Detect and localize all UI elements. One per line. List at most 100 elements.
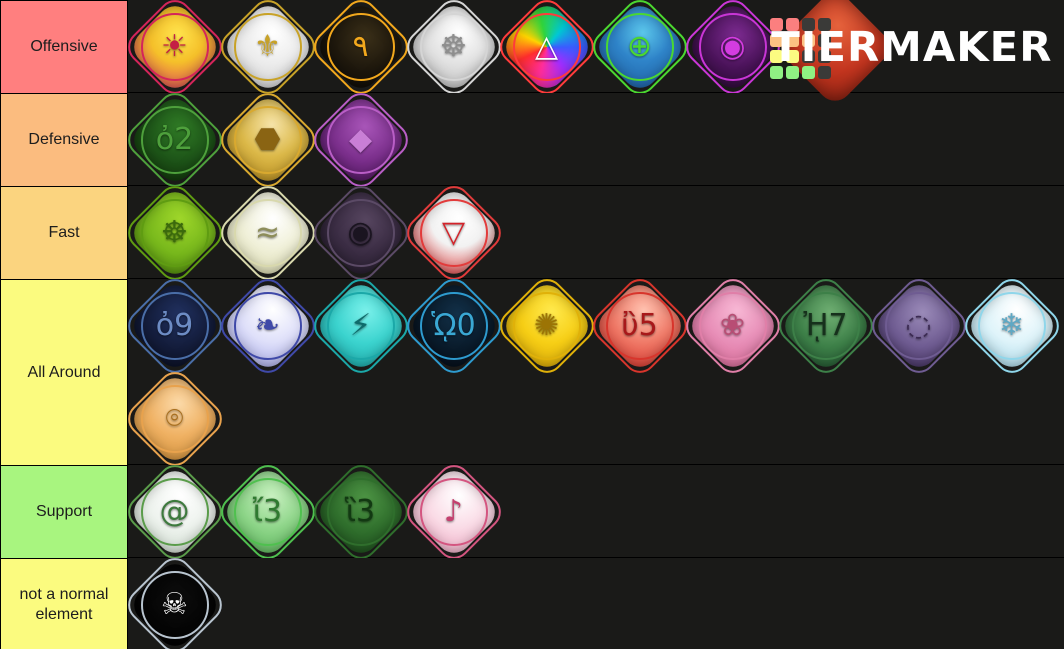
tier-item[interactable]: ▽ <box>399 178 508 287</box>
speed-arrow-element[interactable]: ▽ <box>399 178 508 287</box>
tier-item[interactable]: ὀ2 <box>120 85 229 194</box>
angel-spirit-element[interactable]: ⚜ <box>213 0 322 101</box>
gem-body <box>312 184 409 281</box>
tier-item[interactable]: ♪ <box>399 457 508 566</box>
tier-item[interactable]: ⊕ <box>585 0 694 101</box>
tier-item[interactable]: ὀ9 <box>120 271 229 380</box>
tier-item[interactable]: ὒ5 <box>585 271 694 380</box>
tier-item[interactable]: ≈ <box>213 178 322 287</box>
gem-body <box>870 277 967 374</box>
tier-item[interactable]: ◉ <box>306 178 415 287</box>
gem-body <box>219 463 316 560</box>
tier-item[interactable]: ☀ <box>120 0 229 101</box>
tier-label[interactable]: Fast <box>0 186 128 279</box>
tier-item[interactable]: ᾩ0 <box>399 271 508 380</box>
tier-item[interactable]: @ <box>120 457 229 566</box>
vortex-spiral-element[interactable]: ◌ <box>864 271 973 380</box>
void-eye-element[interactable]: ◉ <box>306 178 415 287</box>
gem-body <box>591 0 688 95</box>
tier-items[interactable]: ☠ <box>120 550 1064 649</box>
tier-label[interactable]: Support <box>0 465 128 558</box>
tier-item[interactable]: △ <box>492 0 601 101</box>
tier-label[interactable]: All Around <box>0 279 128 465</box>
sun-light-element[interactable]: ✺ <box>492 271 601 380</box>
ice-crystal-element[interactable]: ❄ <box>957 271 1064 380</box>
tier-label[interactable]: Defensive <box>0 93 128 186</box>
spirit-skull-element[interactable]: ☠ <box>120 550 229 649</box>
tier-item[interactable]: ❀ <box>678 271 787 380</box>
gem-body <box>126 277 223 374</box>
tier-items[interactable]: ☀ ⚜ ٩ ☸ △ ⊕ ◉ <box>120 0 1064 101</box>
tree-forest-element[interactable]: ἳ3 <box>306 457 415 566</box>
life-spiral-element[interactable]: @ <box>120 457 229 566</box>
tier-list-board: TiERMAKER Offensive ☀ ⚜ ٩ ☸ △ ⊕ ◉ Defensive ὀ2 ⬣ ◆ F… <box>0 0 1064 649</box>
tier-items[interactable]: ὀ9 ❧ ⚡ ᾩ0 ✺ ὒ5 ❀ ᾘ7 ◌ ❄ ⌾ <box>120 271 1064 473</box>
tier-item[interactable]: ❄ <box>957 271 1064 380</box>
sound-music-element[interactable]: ♪ <box>399 457 508 566</box>
tier-row: not a normal element ☠ <box>0 550 1064 649</box>
leaf-nature-element[interactable]: ἴ3 <box>213 457 322 566</box>
tier-rows-container: Offensive ☀ ⚜ ٩ ☸ △ ⊕ ◉ Defensive ὀ2 ⬣ ◆ Fast ☸ ≈ ◉ ▽ All… <box>0 0 1064 649</box>
tier-item[interactable]: ⌾ <box>120 364 229 473</box>
gem-body <box>498 277 595 374</box>
gem-body <box>777 277 874 374</box>
tier-item[interactable]: ✺ <box>492 271 601 380</box>
tier-items[interactable]: ὀ2 ⬣ ◆ <box>120 85 1064 194</box>
dark-ember-element[interactable]: ٩ <box>306 0 415 101</box>
sand-desert-element[interactable]: ⌾ <box>120 364 229 473</box>
shadow-dragon-element[interactable]: ὀ9 <box>120 271 229 380</box>
gem-body <box>498 0 595 95</box>
tier-item[interactable]: ◌ <box>864 271 973 380</box>
gem-body <box>312 277 409 374</box>
gem-body <box>312 91 409 188</box>
triskelion-wind-element[interactable]: ☸ <box>120 178 229 287</box>
lightning-bolt-element[interactable]: ⚡ <box>306 271 415 380</box>
tier-label[interactable]: Offensive <box>0 0 128 93</box>
tier-label[interactable]: not a normal element <box>0 558 128 649</box>
tier-row: Support @ ἴ3 ἳ3 ♪ <box>0 457 1064 566</box>
gem-body <box>684 0 781 95</box>
tier-item[interactable]: ❧ <box>213 271 322 380</box>
gem-body <box>591 277 688 374</box>
gem-body <box>219 0 316 95</box>
shadow-eye-element[interactable]: ◉ <box>678 0 787 101</box>
sun-flare-element[interactable]: ☀ <box>120 0 229 101</box>
tier-item[interactable]: ☸ <box>120 178 229 287</box>
rainbow-prism-element[interactable]: △ <box>492 0 601 101</box>
tier-items[interactable]: @ ἴ3 ἳ3 ♪ <box>120 457 1064 566</box>
tier-item[interactable]: ☸ <box>399 0 508 101</box>
earth-globe-element[interactable]: ⊕ <box>585 0 694 101</box>
tier-item[interactable]: ἴ3 <box>213 457 322 566</box>
tier-item[interactable]: ☠ <box>120 550 229 649</box>
wind-spiral-element[interactable]: ❧ <box>213 271 322 380</box>
fire-flame-element[interactable]: ὒ5 <box>585 271 694 380</box>
gem-body <box>684 277 781 374</box>
bat-wing-element[interactable]: ᾘ7 <box>771 271 880 380</box>
gem-body <box>126 463 223 560</box>
gem-body <box>405 184 502 281</box>
tier-item[interactable]: ◉ <box>678 0 787 101</box>
gem-body <box>405 0 502 95</box>
tier-row: All Around ὀ9 ❧ ⚡ ᾩ0 ✺ ὒ5 ❀ ᾘ7 ◌ ❄ ⌾ <box>0 271 1064 473</box>
tier-item[interactable]: ٩ <box>306 0 415 101</box>
gem-body <box>312 0 409 95</box>
tier-item[interactable]: ◆ <box>306 85 415 194</box>
rock-earth-element[interactable]: ⬣ <box>213 85 322 194</box>
wind-swirl-element[interactable]: ☸ <box>399 0 508 101</box>
tier-items[interactable]: ☸ ≈ ◉ ▽ <box>120 178 1064 287</box>
air-breeze-element[interactable]: ≈ <box>213 178 322 287</box>
gem-body <box>126 0 223 95</box>
tier-item[interactable]: ⚜ <box>213 0 322 101</box>
tier-item[interactable]: ⚡ <box>306 271 415 380</box>
blossom-element[interactable]: ❀ <box>678 271 787 380</box>
tier-row: Defensive ὀ2 ⬣ ◆ <box>0 85 1064 194</box>
tier-item[interactable]: ᾘ7 <box>771 271 880 380</box>
crystal-shard-element[interactable]: ◆ <box>306 85 415 194</box>
cosmic-space-element[interactable]: ᾩ0 <box>399 271 508 380</box>
tier-item[interactable]: ⬣ <box>213 85 322 194</box>
gem-body <box>405 277 502 374</box>
gem-body <box>219 91 316 188</box>
tier-item[interactable]: ἳ3 <box>306 457 415 566</box>
tier-row: Fast ☸ ≈ ◉ ▽ <box>0 178 1064 287</box>
bull-beast-element[interactable]: ὀ2 <box>120 85 229 194</box>
